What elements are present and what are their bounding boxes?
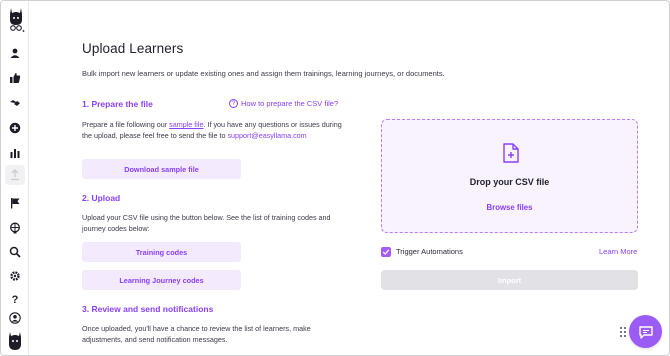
sidebar-item-account[interactable] [8,311,22,325]
sidebar-item-users[interactable] [8,46,22,60]
sidebar-item-settings[interactable] [8,269,22,283]
browse-files-button[interactable]: Browse files [382,203,637,212]
user-icon [10,48,20,58]
csv-help-link[interactable]: ? How to prepare the CSV file? [229,99,338,108]
review-instructions: Once uploaded, you'll have a chance to r… [82,324,311,344]
search-icon [9,246,21,258]
flag-icon [11,198,20,209]
training-codes-button[interactable]: Training codes [82,242,241,262]
sidebar-item-search[interactable] [8,245,22,259]
app-window: ? Upload Learners Bulk import new learne… [0,0,670,356]
gear-icon [10,271,20,281]
question-circle-icon: ? [229,99,238,108]
section-prepare-heading: 1. Prepare the file [82,99,153,109]
llama-mascot-icon [9,332,21,350]
help-icon: ? [11,294,19,306]
upload-icon [11,169,19,181]
journey-codes-button[interactable]: Learning Journey codes [82,270,241,290]
csv-dropzone[interactable]: Drop your CSV file Browse files [381,119,638,233]
support-email[interactable]: support@easyllama.com [227,131,306,140]
learn-more-link[interactable]: Learn More [599,247,637,256]
import-button[interactable]: Import [381,270,638,290]
llama-logo-icon[interactable] [7,7,25,33]
sidebar-item-learning[interactable] [8,221,22,235]
sidebar: ? [1,1,29,355]
sidebar-item-reports[interactable] [8,146,22,160]
trigger-automations-checkbox[interactable] [381,247,391,257]
brain-icon [10,222,20,234]
sidebar-item-create[interactable] [8,121,22,135]
section-upload-heading: 2. Upload [82,193,121,203]
account-icon [9,312,21,324]
upload-instructions: Upload your CSV file using the button be… [82,213,331,233]
prepare-instructions: Prepare a file following our sample file… [82,120,342,140]
dropzone-title: Drop your CSV file [469,177,550,187]
sidebar-item-help[interactable]: ? [8,293,22,307]
thumbs-up-icon [10,73,21,83]
page-title: Upload Learners [82,41,184,56]
sidebar-item-flags[interactable] [8,196,22,210]
chat-icon [638,325,653,339]
csv-help-label: How to prepare the CSV file? [241,99,339,108]
file-plus-icon [503,143,519,163]
page-subtitle: Bulk import new learners or update exist… [82,69,445,78]
bar-chart-icon [10,149,20,158]
sidebar-item-feedback[interactable] [8,71,22,85]
check-icon [382,249,390,255]
download-sample-button[interactable]: Download sample file [82,159,241,179]
sidebar-item-upload[interactable] [8,168,22,182]
trigger-automations-label: Trigger Automations [396,247,463,256]
plus-circle-icon [9,122,21,134]
drag-handle-icon[interactable] [619,326,627,338]
handshake-icon [10,100,20,106]
sidebar-item-partners[interactable] [8,96,22,110]
chat-button[interactable] [629,315,662,348]
sample-file-link[interactable]: sample file [169,120,203,129]
section-review-heading: 3. Review and send notifications [82,304,214,314]
